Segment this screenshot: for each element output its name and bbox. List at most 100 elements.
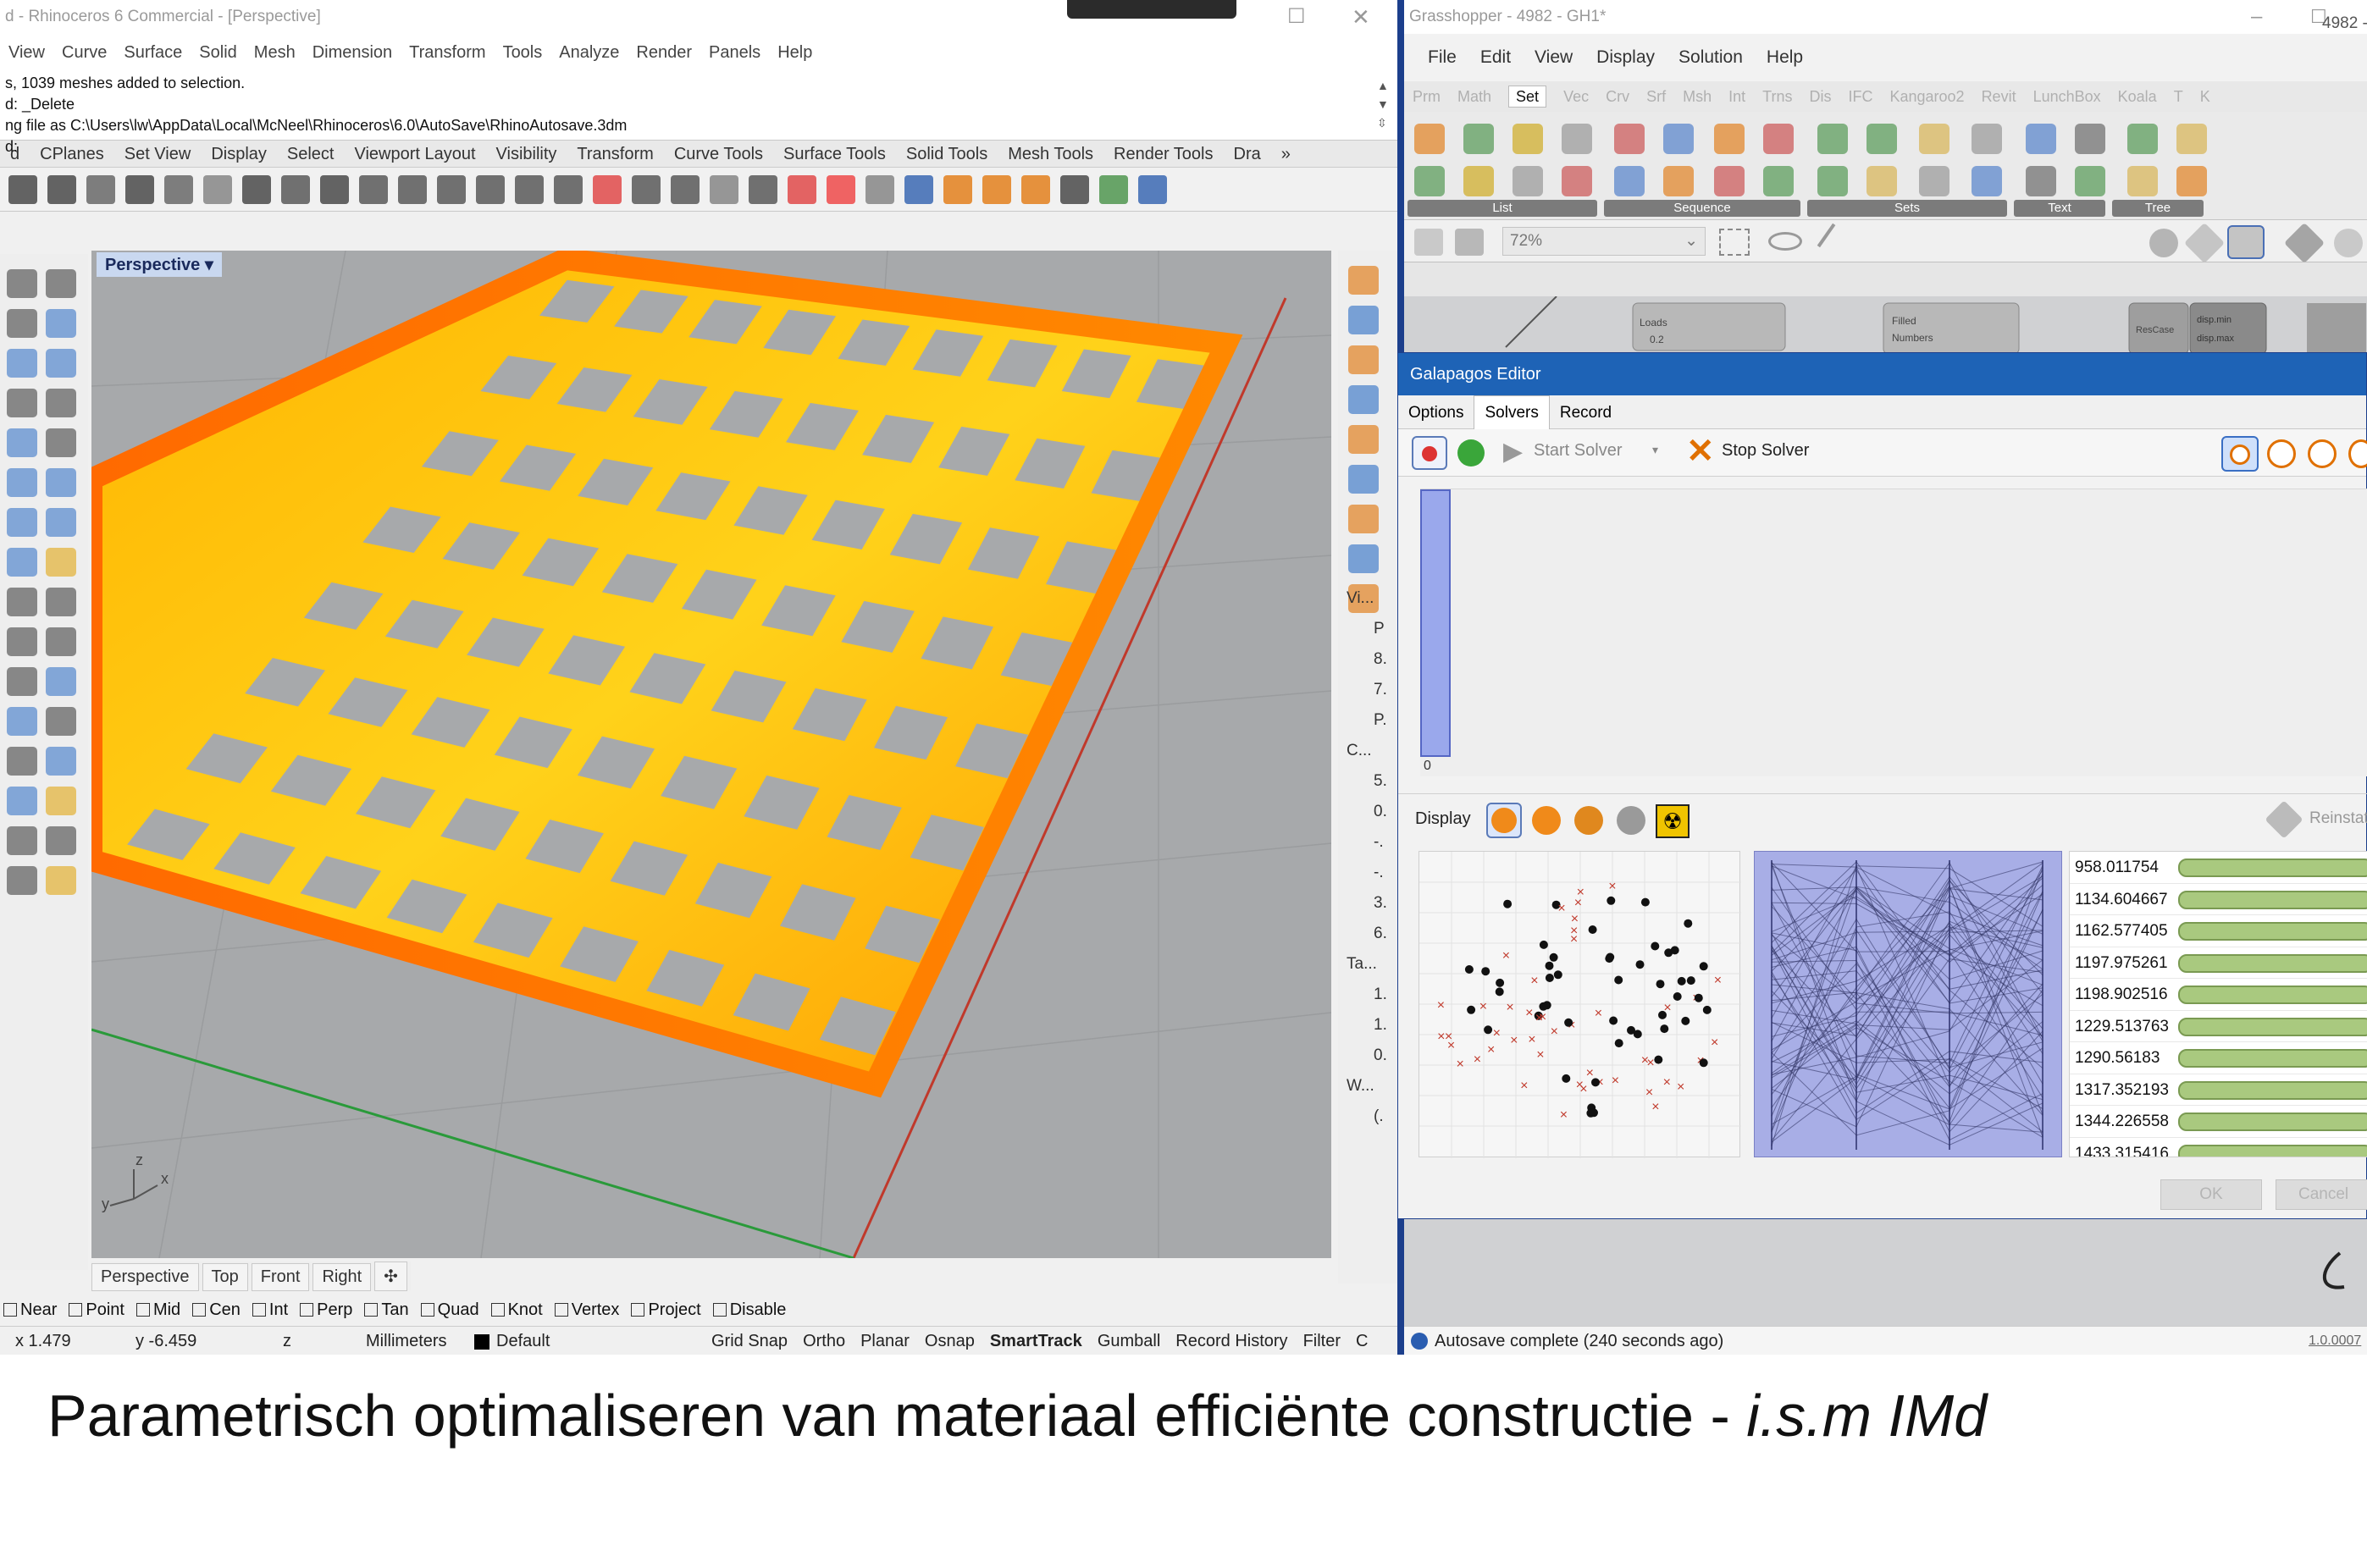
gh-menu-help[interactable]: Help bbox=[1767, 47, 1803, 67]
lock-icon[interactable] bbox=[749, 175, 777, 204]
checkbox[interactable] bbox=[490, 1303, 505, 1317]
osnap-project[interactable]: Project bbox=[631, 1300, 701, 1319]
group-icon[interactable] bbox=[7, 667, 37, 696]
osnap-disable[interactable]: Disable bbox=[712, 1300, 786, 1319]
genome-row[interactable]: 1344.226558 bbox=[2070, 1106, 2367, 1138]
menu-item-mesh[interactable]: Mesh bbox=[254, 43, 296, 62]
galapagos-tab-solvers[interactable]: Solvers bbox=[1474, 395, 1550, 430]
cylinder-icon[interactable] bbox=[7, 548, 37, 577]
genome-row[interactable]: 1134.604667 bbox=[2070, 884, 2367, 915]
display-mode-button[interactable] bbox=[1617, 806, 1645, 835]
genome-row[interactable]: 1198.902516 bbox=[2070, 979, 2367, 1011]
zoom-icon[interactable] bbox=[359, 175, 388, 204]
dimension-icon[interactable] bbox=[1060, 175, 1089, 204]
material-icon[interactable] bbox=[943, 175, 972, 204]
gh-menu-display[interactable]: Display bbox=[1596, 47, 1655, 67]
viewport-tab-right[interactable]: Right bbox=[312, 1263, 372, 1291]
osnap-tan[interactable]: Tan bbox=[364, 1300, 409, 1319]
maximize-icon[interactable]: ☐ bbox=[1287, 0, 1306, 34]
move-icon[interactable] bbox=[320, 175, 349, 204]
menu-item-solid[interactable]: Solid bbox=[199, 43, 236, 62]
gauge-icon[interactable] bbox=[2348, 439, 2367, 468]
curve-icon[interactable] bbox=[46, 309, 76, 338]
status-toggle-smarttrack[interactable]: SmartTrack bbox=[990, 1332, 1082, 1350]
component-icon[interactable] bbox=[1817, 166, 1848, 196]
gh-tab-kangaroo2[interactable]: Kangaroo2 bbox=[1889, 88, 1964, 105]
osnap-perp[interactable]: Perp bbox=[300, 1300, 352, 1319]
component-icon[interactable] bbox=[1919, 166, 1949, 196]
layer-icon[interactable] bbox=[788, 175, 816, 204]
light-icon[interactable] bbox=[7, 866, 37, 895]
checkbox[interactable] bbox=[300, 1303, 314, 1317]
pan-icon[interactable] bbox=[281, 175, 310, 204]
display-icon[interactable] bbox=[1348, 425, 1379, 454]
fillet-icon[interactable] bbox=[46, 428, 76, 457]
checkbox[interactable] bbox=[631, 1303, 645, 1317]
status-toggle-record-history[interactable]: Record History bbox=[1175, 1332, 1287, 1350]
array-icon[interactable] bbox=[7, 747, 37, 776]
sphere-icon[interactable] bbox=[904, 175, 933, 204]
mesh-icon[interactable] bbox=[7, 787, 37, 815]
optimized-slab-mesh[interactable] bbox=[91, 251, 1243, 1098]
genome-list[interactable]: 958.011754 1134.604667 1162.577405 1197.975… bbox=[2069, 851, 2367, 1157]
component-icon[interactable] bbox=[1714, 124, 1745, 154]
new-icon[interactable] bbox=[8, 175, 37, 204]
gh-tab-t[interactable]: T bbox=[2174, 88, 2183, 105]
component-icon[interactable] bbox=[1663, 166, 1694, 196]
color-icon[interactable] bbox=[1348, 465, 1379, 494]
zoom-selected-icon[interactable] bbox=[476, 175, 505, 204]
gh-tab-msh[interactable]: Msh bbox=[1683, 88, 1712, 105]
render-icon[interactable] bbox=[46, 787, 76, 815]
ellipse-icon[interactable] bbox=[46, 349, 76, 378]
polygon-icon[interactable] bbox=[7, 389, 37, 417]
menu-item-curve[interactable]: Curve bbox=[62, 43, 107, 62]
menu-item-dimension[interactable]: Dimension bbox=[312, 43, 392, 62]
gauge-icon[interactable] bbox=[2308, 439, 2337, 468]
gh-tab-srf[interactable]: Srf bbox=[1646, 88, 1666, 105]
current-layer[interactable]: Default bbox=[496, 1327, 550, 1355]
camera-icon[interactable] bbox=[1348, 505, 1379, 533]
status-toggle-osnap[interactable]: Osnap bbox=[925, 1332, 975, 1350]
print-icon[interactable] bbox=[47, 175, 76, 204]
display-mode-button[interactable] bbox=[1486, 803, 1522, 838]
split-icon[interactable] bbox=[7, 627, 37, 656]
checkbox[interactable] bbox=[554, 1303, 568, 1317]
version-link[interactable]: 1.0.0007 bbox=[2309, 1327, 2361, 1355]
gumball-icon[interactable] bbox=[46, 667, 76, 696]
display-mode-icon[interactable] bbox=[2183, 222, 2226, 264]
component-icon[interactable] bbox=[1763, 166, 1794, 196]
component-icon[interactable] bbox=[1614, 166, 1645, 196]
component-icon[interactable] bbox=[1867, 124, 1897, 154]
help-icon[interactable] bbox=[1138, 175, 1167, 204]
arc-icon[interactable] bbox=[7, 428, 37, 457]
grid-icon[interactable] bbox=[554, 175, 583, 204]
analyze-icon[interactable] bbox=[7, 826, 37, 855]
osnap-quad[interactable]: Quad bbox=[420, 1300, 479, 1319]
component-icon[interactable] bbox=[1463, 124, 1494, 154]
render-icon[interactable] bbox=[866, 175, 894, 204]
gh-tab-k[interactable]: K bbox=[2200, 88, 2210, 105]
osnap-near[interactable]: Near bbox=[3, 1300, 57, 1319]
component-icon[interactable] bbox=[1714, 166, 1745, 196]
component-icon[interactable] bbox=[2026, 124, 2056, 154]
genome-row[interactable]: 958.011754 bbox=[2070, 852, 2367, 884]
options-icon[interactable] bbox=[1021, 175, 1050, 204]
menu-item-analyze[interactable]: Analyze bbox=[559, 43, 619, 62]
color-icon[interactable] bbox=[827, 175, 855, 204]
gh-tab-koala[interactable]: Koala bbox=[2118, 88, 2157, 105]
play-icon[interactable]: ▶ bbox=[1503, 439, 1523, 465]
mirror-icon[interactable] bbox=[46, 747, 76, 776]
component-icon[interactable] bbox=[2176, 124, 2207, 154]
component-icon[interactable] bbox=[1562, 124, 1592, 154]
pen-icon[interactable] bbox=[982, 175, 1011, 204]
chevron-down-icon[interactable]: ▾ bbox=[1652, 443, 1658, 457]
gauge-icon[interactable] bbox=[2267, 439, 2296, 468]
component-icon[interactable] bbox=[1463, 166, 1494, 196]
menu-item-view[interactable]: View bbox=[8, 43, 45, 62]
minimize-icon[interactable]: – bbox=[2251, 0, 2262, 34]
extrude-icon[interactable] bbox=[46, 548, 76, 577]
display-mode-button[interactable] bbox=[1574, 806, 1603, 835]
genome-row[interactable]: 1317.352193 bbox=[2070, 1074, 2367, 1106]
status-toggle-planar[interactable]: Planar bbox=[860, 1332, 910, 1350]
text-icon[interactable] bbox=[7, 707, 37, 736]
